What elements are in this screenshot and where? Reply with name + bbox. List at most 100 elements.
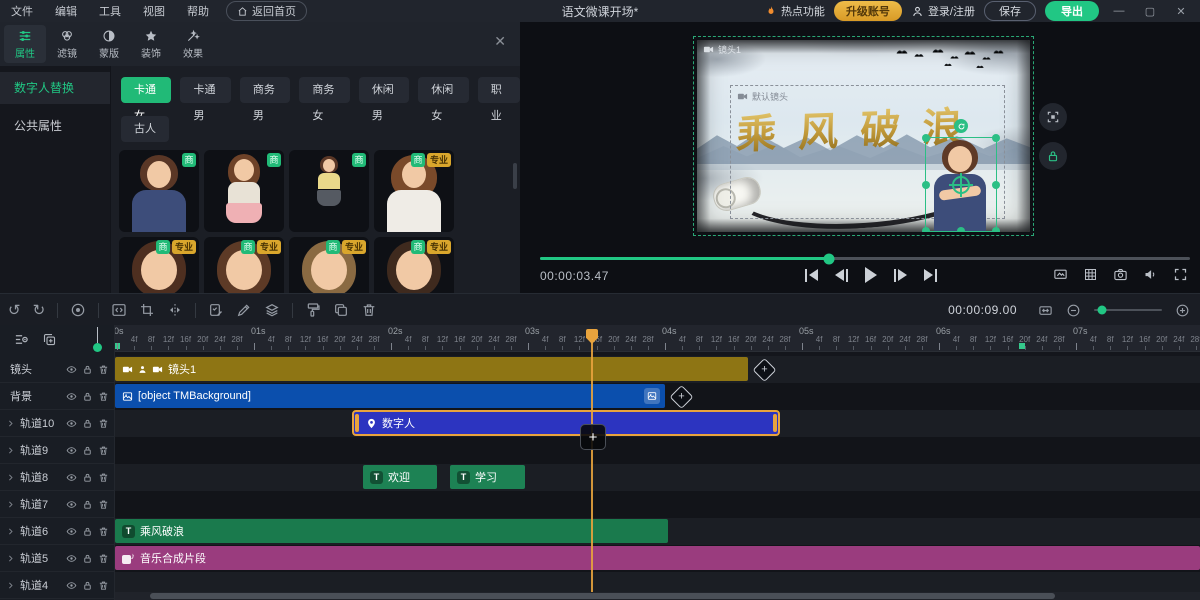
sidebar-item-avatar-replace[interactable]: 数字人替换 — [0, 72, 110, 104]
selection-box[interactable] — [925, 137, 997, 232]
avatar-card[interactable]: 商 专业 — [289, 237, 369, 293]
track-header-5[interactable]: 轨道5 — [0, 545, 115, 572]
handle-top-right[interactable] — [992, 134, 1000, 142]
lock-icon[interactable] — [82, 580, 93, 591]
trash-icon[interactable] — [98, 418, 109, 429]
hot-features-button[interactable]: 热点功能 — [765, 3, 825, 19]
mirror-icon[interactable] — [167, 302, 183, 318]
track-header-camera[interactable]: 镜头 — [0, 356, 115, 383]
close-button[interactable]: ✕ — [1170, 5, 1192, 18]
keyframe-record-icon[interactable] — [70, 302, 86, 318]
track-header-7[interactable]: 轨道7 — [0, 491, 115, 518]
handle-bottom-left[interactable] — [922, 227, 930, 232]
eye-icon[interactable] — [66, 472, 77, 483]
tab-filters[interactable]: 滤镜 — [46, 25, 88, 63]
paint-icon[interactable] — [305, 302, 321, 318]
lane-camera[interactable]: 镜头1 + — [115, 356, 1200, 383]
add-track-icon[interactable] — [42, 332, 57, 347]
eye-icon[interactable] — [66, 499, 77, 510]
display-mode-icon[interactable] — [1053, 267, 1068, 282]
playback-progress-bar[interactable] — [540, 257, 1190, 260]
horizontal-scrollbar[interactable] — [115, 592, 1200, 600]
chip-casual-female[interactable]: 休闲女 — [418, 77, 468, 103]
copy-icon[interactable] — [333, 302, 349, 318]
clip-background[interactable]: [object TMBackground] — [115, 384, 665, 408]
background-end-icon[interactable] — [644, 388, 660, 404]
layers-icon[interactable] — [264, 302, 280, 318]
eye-icon[interactable] — [66, 391, 77, 402]
chevron-right-icon[interactable] — [6, 446, 20, 455]
login-button[interactable]: 登录/注册 — [911, 3, 975, 19]
menu-tools[interactable]: 工具 — [88, 3, 132, 19]
clip-welcome[interactable]: T 欢迎 — [363, 465, 437, 489]
fit-timeline-icon[interactable] — [1038, 303, 1053, 318]
trash-icon[interactable] — [98, 472, 109, 483]
chip-ancient[interactable]: 古人 — [121, 116, 169, 142]
chip-cartoon-male[interactable]: 卡通男 — [180, 77, 230, 103]
chip-cartoon-female[interactable]: 卡通女 — [121, 77, 171, 103]
avatar-card[interactable]: 商 — [119, 150, 199, 232]
trash-icon[interactable] — [98, 364, 109, 375]
panel-close-icon[interactable]: ✕ — [494, 34, 506, 48]
avatar-card[interactable]: 商 — [289, 150, 369, 232]
trash-icon[interactable] — [98, 553, 109, 564]
clip-study[interactable]: T 学习 — [450, 465, 525, 489]
trash-icon[interactable] — [98, 580, 109, 591]
clip-title-text[interactable]: T 乘风破浪 — [115, 519, 668, 543]
chevron-right-icon[interactable] — [6, 554, 20, 563]
anchor-crosshair-icon[interactable] — [952, 176, 970, 194]
chip-casual-male[interactable]: 休闲男 — [359, 77, 409, 103]
lane-background[interactable]: [object TMBackground] + — [115, 383, 1200, 410]
tab-mask[interactable]: 蒙版 — [88, 25, 130, 63]
pen-icon[interactable] — [236, 302, 252, 318]
rotate-handle-icon[interactable] — [954, 119, 968, 133]
crop-icon[interactable] — [139, 302, 155, 318]
track-manager-icon[interactable] — [14, 332, 29, 347]
lock-icon[interactable] — [82, 526, 93, 537]
avatar-card[interactable]: 商 — [204, 150, 284, 232]
play-button[interactable] — [865, 266, 877, 284]
fullscreen-icon[interactable] — [1173, 267, 1188, 282]
chevron-right-icon[interactable] — [6, 419, 20, 428]
snapshot-icon[interactable] — [1113, 267, 1128, 282]
handle-mid-left[interactable] — [922, 181, 930, 189]
tab-decoration[interactable]: 装饰 — [130, 25, 172, 63]
lock-icon[interactable] — [82, 499, 93, 510]
lock-icon[interactable] — [82, 445, 93, 456]
trash-icon[interactable] — [98, 499, 109, 510]
lane-track5[interactable]: 音乐合成片段 — [115, 545, 1200, 572]
zoom-knob[interactable] — [1098, 306, 1107, 315]
trash-icon[interactable] — [361, 302, 377, 318]
lock-icon[interactable] — [82, 553, 93, 564]
next-frame-button[interactable] — [894, 266, 907, 284]
prev-frame-button[interactable] — [835, 266, 848, 284]
menu-file[interactable]: 文件 — [0, 3, 44, 19]
lock-icon[interactable] — [82, 364, 93, 375]
handle-mid-right[interactable] — [992, 181, 1000, 189]
eye-icon[interactable] — [66, 526, 77, 537]
lane-track9[interactable] — [115, 437, 1200, 464]
fit-selection-button[interactable] — [1039, 103, 1067, 131]
track-header-8[interactable]: 轨道8 — [0, 464, 115, 491]
chip-business-female[interactable]: 商务女 — [299, 77, 349, 103]
track-header-9[interactable]: 轨道9 — [0, 437, 115, 464]
undo-icon[interactable]: ↺ — [8, 303, 21, 318]
volume-icon[interactable] — [1143, 267, 1158, 282]
zoom-in-icon[interactable] — [1175, 303, 1190, 318]
clip-music[interactable]: 音乐合成片段 — [115, 546, 1200, 570]
track-header-4[interactable]: 轨道4 — [0, 572, 115, 599]
save-button[interactable]: 保存 — [984, 1, 1036, 21]
chevron-right-icon[interactable] — [6, 473, 20, 482]
chevron-right-icon[interactable] — [6, 581, 20, 590]
chip-business-male[interactable]: 商务男 — [240, 77, 290, 103]
lock-button[interactable] — [1039, 142, 1067, 170]
grid-icon[interactable] — [1083, 267, 1098, 282]
avatar-card[interactable]: 商 专业 — [374, 150, 454, 232]
tab-effects[interactable]: 效果 — [172, 25, 214, 63]
menu-edit[interactable]: 编辑 — [44, 3, 88, 19]
menu-view[interactable]: 视图 — [132, 3, 176, 19]
tab-properties[interactable]: 属性 — [4, 25, 46, 63]
skip-end-button[interactable] — [924, 266, 937, 284]
maximize-button[interactable]: ▢ — [1139, 5, 1161, 18]
playhead[interactable] — [591, 329, 593, 592]
